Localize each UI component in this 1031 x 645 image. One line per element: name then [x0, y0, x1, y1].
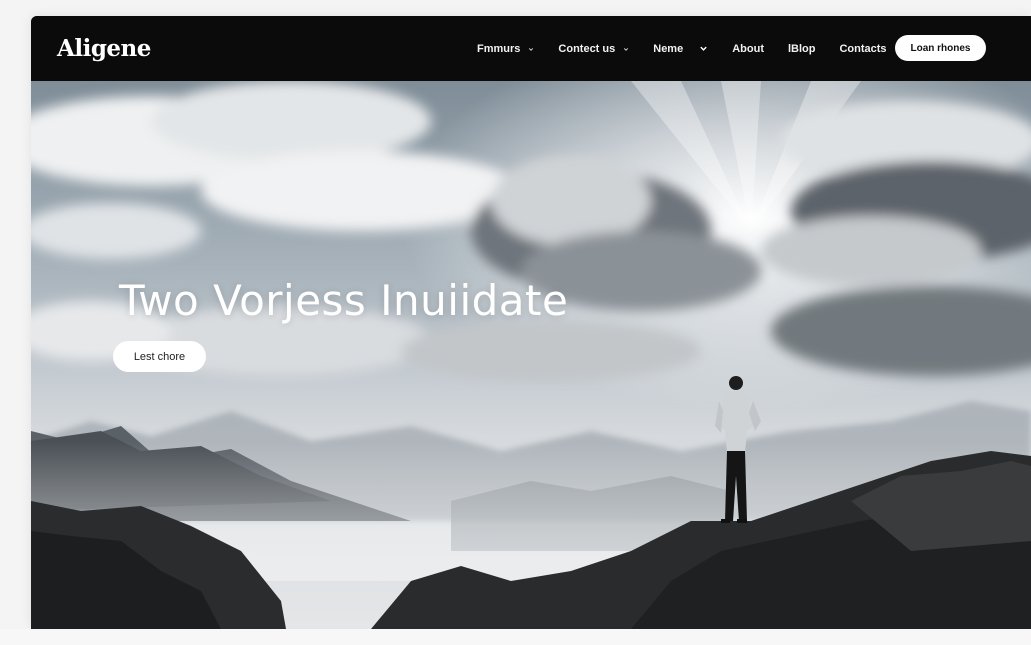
nav-item-label: Fmmurs	[477, 42, 521, 55]
nav-item-fmmurs[interactable]: Fmmurs	[477, 43, 534, 55]
nav-item-label: lBlop	[787, 42, 816, 55]
nav-item-label: Contacts	[839, 42, 887, 55]
nav-item-label: About	[732, 42, 764, 55]
nav-item-label: Neme	[653, 42, 684, 55]
chevron-down-icon	[624, 47, 629, 51]
hero-cta-button[interactable]: Lest chore	[113, 341, 206, 372]
page-bottom-strip	[0, 629, 1031, 645]
chevron-down-icon	[700, 46, 707, 51]
nav-item-blog[interactable]: lBlop	[788, 43, 816, 55]
nav-item-label: Contect us	[558, 42, 616, 55]
top-navbar: Aligene Fmmurs Contect us Neme About lBl…	[31, 16, 1031, 81]
nav-links: Fmmurs Contect us Neme About lBlop Conta…	[477, 16, 911, 81]
nav-item-contacts[interactable]: Contacts	[839, 43, 886, 55]
nav-item-neme[interactable]: Neme	[653, 43, 708, 55]
nav-item-contect-us[interactable]: Contect us	[558, 43, 629, 55]
brand-logo[interactable]: Aligene	[57, 35, 151, 62]
nav-item-about[interactable]: About	[732, 43, 764, 55]
nav-cta-button[interactable]: Loan rhones	[895, 35, 986, 61]
hero-section: Two Vorjess Inuiidate Lest chore	[31, 81, 1031, 629]
hero-headline: Two Vorjess Inuiidate	[119, 276, 569, 325]
browser-viewport: Aligene Fmmurs Contect us Neme About lBl…	[31, 16, 1031, 629]
chevron-down-icon	[529, 47, 534, 51]
